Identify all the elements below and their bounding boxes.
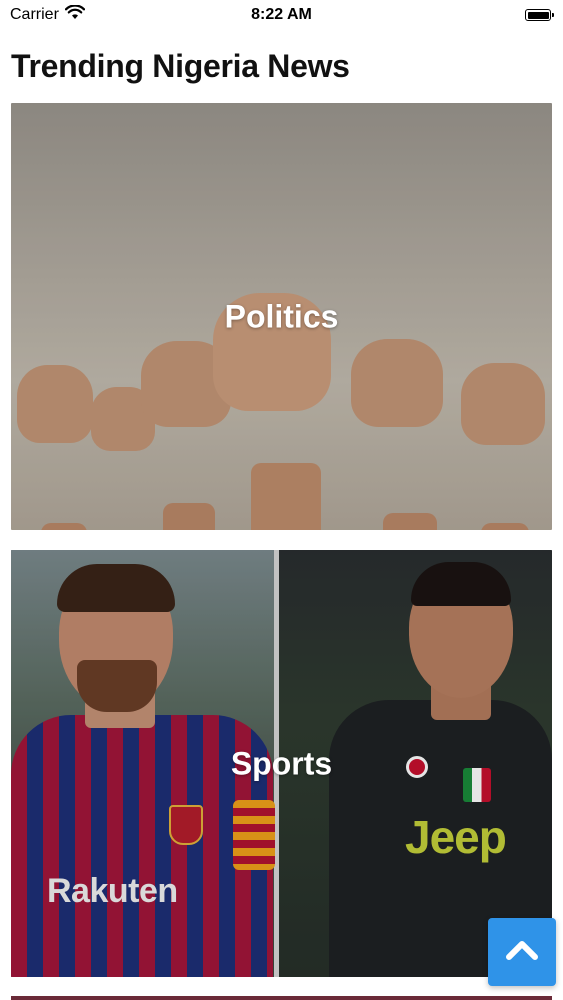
page-title: Trending Nigeria News [11,48,350,84]
wifi-icon [64,4,85,25]
category-card-sports[interactable]: Rakuten Jeep Sports [11,550,552,977]
next-category-card[interactable] [11,996,552,1000]
chevron-up-icon [505,939,539,966]
category-label-politics: Politics [224,298,339,334]
battery-icon [525,9,554,21]
status-bar: Carrier 8:22 AM [0,0,563,30]
scroll-to-top-button[interactable] [488,918,556,986]
status-left: Carrier [10,4,85,25]
carrier-label: Carrier [10,6,59,23]
category-label-sports: Sports [230,745,333,781]
category-card-politics[interactable]: Politics [11,103,552,530]
